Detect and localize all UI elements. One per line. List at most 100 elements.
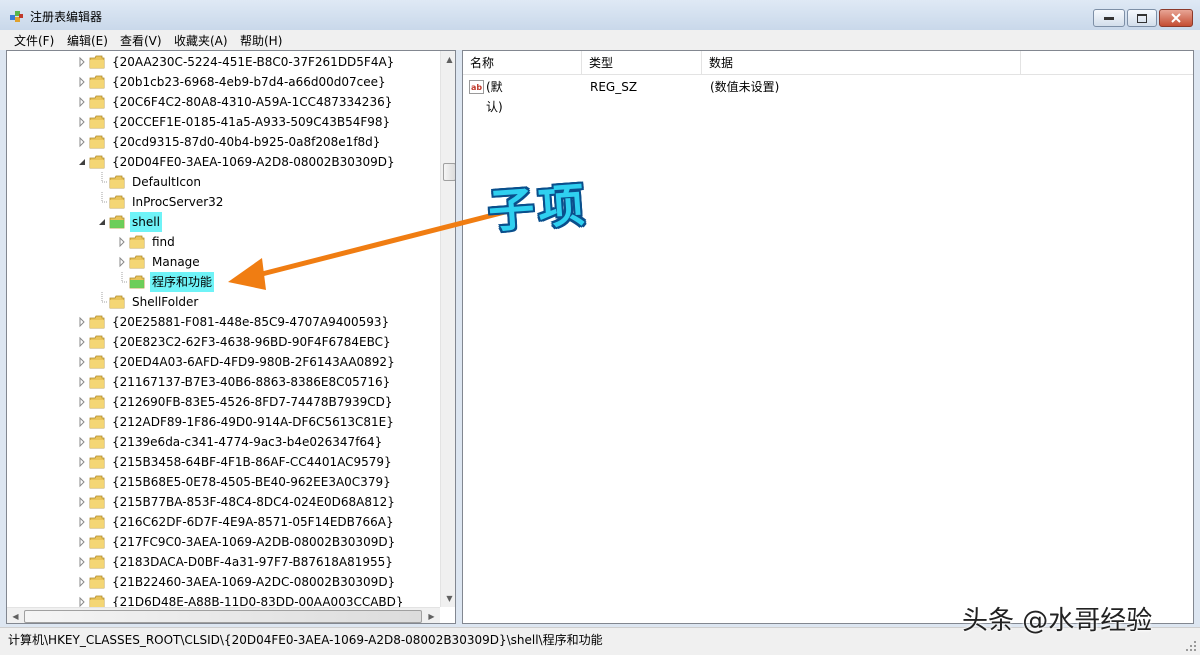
tree-item[interactable]: ShellFolder [97,292,437,312]
expand-arrow-icon[interactable] [77,572,87,592]
tree-item[interactable]: {20E25881-F081-448e-85C9-4707A9400593} [77,312,417,332]
menu-edit[interactable]: 编辑(E) [67,32,108,49]
expand-arrow-icon[interactable] [77,412,87,432]
tree-item[interactable]: {20E823C2-62F3-4638-96BD-90F4F6784EBC} [77,332,417,352]
maximize-button[interactable] [1127,9,1157,27]
tree-item[interactable]: {215B3458-64BF-4F1B-86AF-CC4401AC9579} [77,452,417,472]
menu-file[interactable]: 文件(F) [14,32,54,49]
close-button[interactable] [1159,9,1193,27]
menu-favorites[interactable]: 收藏夹(A) [174,32,228,49]
folder-icon [89,354,105,370]
folder-icon [89,554,105,570]
watermark: 头条 @水哥经验 [962,606,1153,636]
tree-item-label: find [152,235,175,249]
column-name-header[interactable]: 名称 [463,51,582,75]
tree-vertical-scrollbar[interactable]: ▲ ▼ [440,51,455,607]
scroll-right-arrow-icon[interactable]: ▶ [423,608,440,623]
collapse-arrow-icon[interactable] [97,212,107,232]
tree-item-label: {2139e6da-c341-4774-9ac3-b4e026347f64} [112,435,383,449]
tree-connector-icon [97,292,107,312]
tree-item[interactable]: {20AA230C-5224-451E-B8C0-37F261DD5F4A} [77,52,417,72]
h-scroll-thumb[interactable] [24,610,422,623]
tree-item[interactable]: InProcServer32 [97,192,437,212]
expand-arrow-icon[interactable] [77,72,87,92]
folder-icon [109,294,125,310]
tree-item-label: 程序和功能 [150,272,215,292]
tree-item[interactable]: {20b1cb23-6968-4eb9-b7d4-a66d00d07cee} [77,72,417,92]
tree-item[interactable]: DefaultIcon [97,172,437,192]
resize-grip-icon[interactable] [1185,640,1197,652]
folder-icon [89,114,105,130]
folder-icon [109,214,125,230]
tree-item[interactable]: {21167137-B7E3-40B6-8863-8386E8C05716} [77,372,417,392]
expand-arrow-icon[interactable] [77,512,87,532]
collapse-arrow-icon[interactable] [77,152,87,172]
value-list-pane[interactable]: 名称 类型 数据 ab (默认) REG_SZ (数值未设置) [462,50,1194,624]
minimize-button[interactable] [1093,9,1125,27]
menu-view[interactable]: 查看(V) [120,32,162,49]
folder-icon [89,134,105,150]
folder-icon [89,574,105,590]
key-tree-pane[interactable]: {20AA230C-5224-451E-B8C0-37F261DD5F4A} {2… [6,50,456,624]
expand-arrow-icon[interactable] [77,112,87,132]
column-data-header[interactable]: 数据 [702,51,1021,75]
expand-arrow-icon[interactable] [77,352,87,372]
scroll-down-arrow-icon[interactable]: ▼ [441,590,455,607]
expand-arrow-icon[interactable] [77,532,87,552]
scroll-thumb[interactable] [443,163,455,181]
expand-arrow-icon[interactable] [77,432,87,452]
tree-item[interactable]: {212690FB-83E5-4526-8FD7-74478B7939CD} [77,392,417,412]
string-value-icon: ab [469,80,484,94]
tree-item[interactable]: {216C62DF-6D7F-4E9A-8571-05F14EDB766A} [77,512,417,532]
expand-arrow-icon[interactable] [77,372,87,392]
minimize-icon [1094,10,1124,26]
folder-icon [89,374,105,390]
tree-item-label: shell [130,212,162,232]
tree-item-label: {20b1cb23-6968-4eb9-b7d4-a66d00d07cee} [112,75,386,89]
tree-item[interactable]: {20CCEF1E-0185-41a5-A933-509C43B54F98} [77,112,417,132]
tree-item[interactable]: {215B77BA-853F-48C4-8DC4-024E0D68A812} [77,492,417,512]
expand-arrow-icon[interactable] [77,492,87,512]
tree-item[interactable]: shell [97,212,437,232]
expand-arrow-icon[interactable] [77,552,87,572]
tree-item[interactable]: {215B68E5-0E78-4505-BE40-962EE3A0C379} [77,472,417,492]
folder-icon [89,494,105,510]
tree-item-selected[interactable]: 程序和功能 [117,272,455,292]
expand-arrow-icon[interactable] [77,392,87,412]
expand-arrow-icon[interactable] [77,132,87,152]
menu-help[interactable]: 帮助(H) [240,32,282,49]
tree-item[interactable]: {20cd9315-87d0-40b4-b925-0a8f208e1f8d} [77,132,417,152]
tree-item[interactable]: {212ADF89-1F86-49D0-914A-DF6C5613C81E} [77,412,417,432]
expand-arrow-icon[interactable] [77,472,87,492]
expand-arrow-icon[interactable] [117,252,127,272]
regedit-app-icon [10,11,23,22]
svg-text:ab: ab [471,83,482,92]
tree-item[interactable]: {217FC9C0-3AEA-1069-A2DB-08002B30309D} [77,532,417,552]
scroll-up-arrow-icon[interactable]: ▲ [441,51,455,68]
tree-item[interactable]: {2139e6da-c341-4774-9ac3-b4e026347f64} [77,432,417,452]
column-filler [1021,51,1193,75]
expand-arrow-icon[interactable] [77,332,87,352]
expand-arrow-icon[interactable] [77,452,87,472]
folder-icon [89,74,105,90]
folder-icon [89,434,105,450]
tree-item[interactable]: {2183DACA-D0BF-4a31-97F7-B87618A81955} [77,552,417,572]
folder-icon [89,394,105,410]
tree-item[interactable]: {20C6F4C2-80A8-4310-A59A-1CC487334236} [77,92,417,112]
tree-connector-icon [97,172,107,192]
tree-item[interactable]: {20D04FE0-3AEA-1069-A2D8-08002B30309D} [77,152,417,172]
column-type-header[interactable]: 类型 [582,51,702,75]
tree-item[interactable]: {20ED4A03-6AFD-4FD9-980B-2F6143AA0892} [77,352,417,372]
expand-arrow-icon[interactable] [77,52,87,72]
tree-item[interactable]: {21B22460-3AEA-1069-A2DC-08002B30309D} [77,572,417,592]
scroll-left-arrow-icon[interactable]: ◀ [7,608,24,623]
tree-item-label: {21167137-B7E3-40B6-8863-8386E8C05716} [112,375,391,389]
expand-arrow-icon[interactable] [77,312,87,332]
tree-item[interactable]: Manage [117,252,455,272]
tree-item[interactable]: find [117,232,455,252]
tree-horizontal-scrollbar[interactable]: ◀ ▶ [7,607,440,623]
tree-item-label: {21B22460-3AEA-1069-A2DC-08002B30309D} [112,575,396,589]
folder-icon [89,514,105,530]
expand-arrow-icon[interactable] [117,232,127,252]
expand-arrow-icon[interactable] [77,92,87,112]
